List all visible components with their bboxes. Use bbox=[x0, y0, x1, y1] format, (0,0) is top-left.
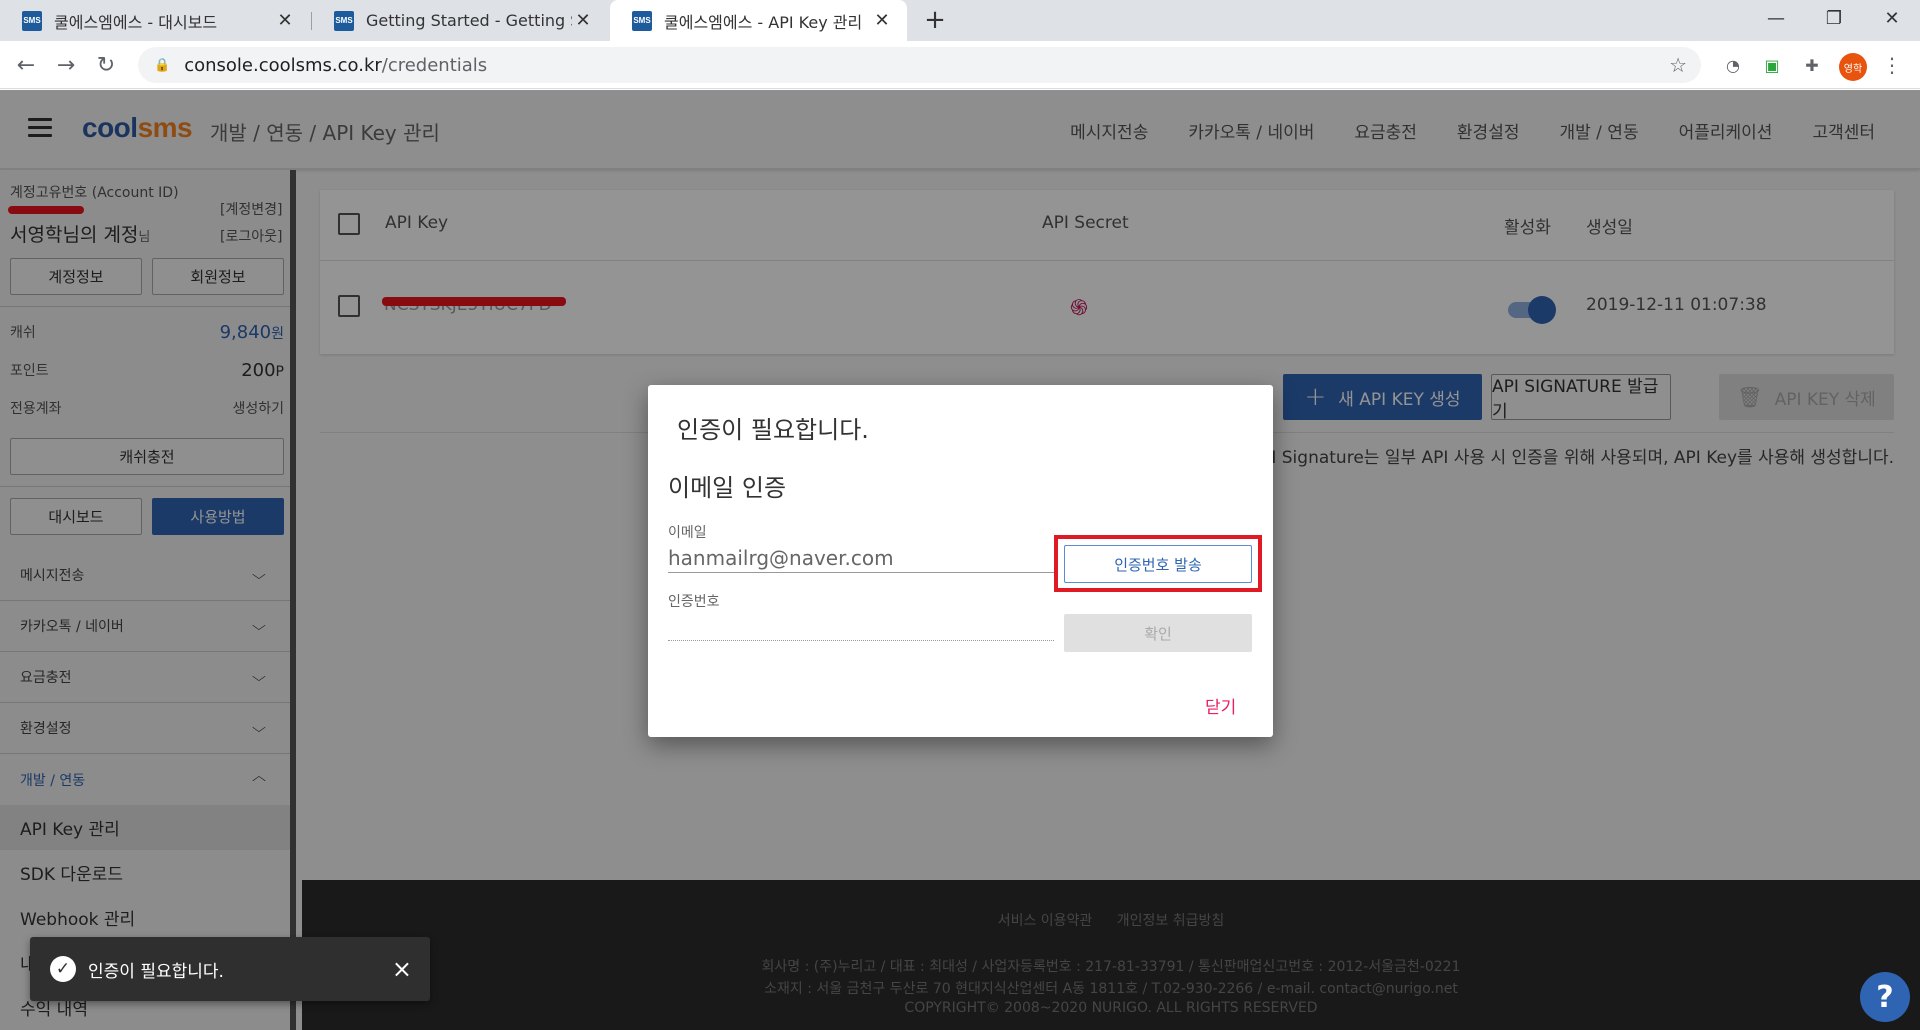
browser-tab-getting-started[interactable]: SMS Getting Started - Getting Started ✕ bbox=[312, 0, 608, 41]
auth-dialog: 인증이 필요합니다. 이메일 인증 이메일 인증번호 인증번호 발송 확인 닫기 bbox=[648, 385, 1273, 737]
new-tab-icon[interactable]: + bbox=[921, 5, 949, 35]
extension-cast-icon[interactable]: ▣ bbox=[1760, 53, 1784, 77]
snackbar-close-icon[interactable]: × bbox=[392, 955, 412, 983]
browser-tabstrip: SMS 쿨에스엠에스 - 대시보드 ✕ SMS Getting Started … bbox=[0, 0, 1920, 41]
sms-favicon-icon: SMS bbox=[334, 10, 354, 31]
sms-favicon-icon: SMS bbox=[632, 10, 652, 31]
reload-icon[interactable]: ↻ bbox=[88, 47, 124, 83]
url-host: console.coolsms.co.kr bbox=[184, 54, 382, 76]
address-bar[interactable]: 🔒 console.coolsms.co.kr/credentials ☆ bbox=[138, 47, 1701, 83]
profile-avatar[interactable]: 영학 bbox=[1839, 53, 1867, 81]
help-question-icon[interactable]: ? bbox=[1860, 972, 1910, 1022]
tab-close-icon[interactable]: ✕ bbox=[871, 10, 893, 32]
back-icon[interactable]: ← bbox=[8, 47, 44, 83]
lock-icon: 🔒 bbox=[154, 57, 171, 73]
window-close-icon[interactable]: ✕ bbox=[1868, 0, 1916, 36]
extension-incognito-icon[interactable]: ◔ bbox=[1721, 53, 1745, 77]
email-label: 이메일 bbox=[668, 525, 707, 541]
highlight-annotation bbox=[1054, 535, 1262, 592]
check-circle-icon: ✓ bbox=[50, 956, 76, 982]
email-field[interactable] bbox=[668, 543, 1054, 573]
browser-tab-api-key[interactable]: SMS 쿨에스엠에스 - API Key 관리 ✕ bbox=[610, 0, 907, 41]
browser-tab-dashboard[interactable]: SMS 쿨에스엠에스 - 대시보드 ✕ bbox=[0, 0, 310, 41]
tab-title: 쿨에스엠에스 - API Key 관리 bbox=[664, 12, 863, 32]
tab-title: Getting Started - Getting Started bbox=[366, 11, 572, 30]
dialog-subtitle: 이메일 인증 bbox=[668, 474, 787, 502]
sms-favicon-icon: SMS bbox=[22, 10, 42, 31]
tab-close-icon[interactable]: ✕ bbox=[572, 10, 594, 32]
forward-icon[interactable]: → bbox=[48, 47, 84, 83]
confirm-button[interactable]: 확인 bbox=[1064, 614, 1252, 652]
code-label: 인증번호 bbox=[668, 594, 720, 610]
tab-title: 쿨에스엠에스 - 대시보드 bbox=[54, 12, 218, 32]
dialog-close-button[interactable]: 닫기 bbox=[1205, 693, 1236, 718]
minimize-icon[interactable]: — bbox=[1752, 0, 1800, 36]
browser-toolbar: ← → ↻ 🔒 console.coolsms.co.kr/credential… bbox=[0, 41, 1920, 89]
chrome-menu-icon[interactable]: ⋮ bbox=[1880, 53, 1904, 77]
tab-close-icon[interactable]: ✕ bbox=[274, 10, 296, 32]
bookmark-star-icon[interactable]: ☆ bbox=[1669, 53, 1687, 77]
dialog-title: 인증이 필요합니다. bbox=[677, 416, 869, 444]
url-path: /credentials bbox=[381, 54, 488, 76]
restore-icon[interactable]: ❐ bbox=[1810, 0, 1858, 36]
snackbar: ✓ 인증이 필요합니다. × bbox=[30, 937, 430, 1001]
extensions-puzzle-icon[interactable]: ✚ bbox=[1800, 53, 1824, 77]
snackbar-message: 인증이 필요합니다. bbox=[88, 961, 224, 982]
verification-code-field[interactable] bbox=[668, 611, 1054, 641]
